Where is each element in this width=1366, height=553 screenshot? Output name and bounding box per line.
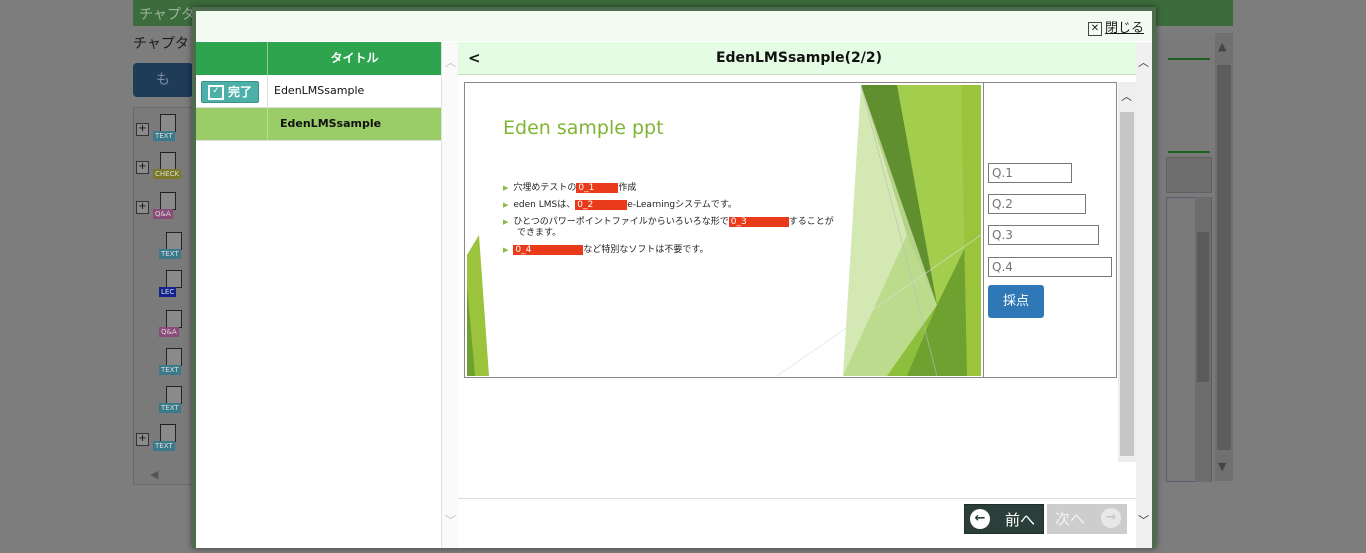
document-icon[interactable] [160,424,176,442]
lesson-footer: ← 前へ 次へ → [458,498,1136,548]
next-button[interactable]: 次へ → [1047,504,1127,534]
next-label: 次へ [1055,510,1086,528]
right-panel-box [1166,157,1212,193]
scroll-up-icon[interactable]: ︿ [1121,88,1132,104]
redacted-blank: 0_2 [575,200,628,210]
quiz-divider [983,83,984,377]
modal-scrollbar[interactable]: ︿ ﹀ [1136,42,1152,548]
slide-bullet-continuation: できます。 [517,228,562,238]
content-type-tag: Q&A [153,209,173,219]
modal-topbar: ✕ 閉じる [196,11,1152,41]
document-icon[interactable] [160,152,176,170]
bullet-triangle-icon: ▶ [503,184,509,192]
bullet-text: e-Learningシステムです。 [627,200,737,210]
slide-frame: Eden sample ppt ▶ 穴埋めテストの 0_1 作成 ▶ eden LMSは… [464,82,1117,378]
bullet-text: 作成 [618,183,637,193]
slide-title: Eden sample ppt [503,117,664,139]
expand-icon[interactable]: + [136,161,149,174]
redacted-blank: 0_4 [513,245,584,255]
lesson-title: EdenLMSsample [280,117,382,130]
bullet-text: eden LMSは、 [513,200,576,210]
page-action-button[interactable]: も [133,63,193,97]
bullet-triangle-icon: ▶ [503,201,509,209]
bullet-text: など特別なソフトは不要です。 [583,245,709,255]
prev-button[interactable]: ← 前へ [964,504,1044,534]
status-cell [196,108,268,140]
content-scroll-thumb[interactable] [1120,112,1134,456]
expand-icon[interactable]: + [136,201,149,214]
expand-icon[interactable]: + [136,123,149,136]
content-type-tag: CHECK [153,169,182,179]
lesson-content-area: < EdenLMSsample(2/2) Eden sample ppt ▶ 穴… [458,42,1152,548]
score-button[interactable]: 採点 [988,285,1044,318]
arrow-left-icon: ← [970,509,990,529]
lesson-row[interactable]: ✓ 完了 EdenLMSsample [196,75,441,108]
redacted-blank: 0_3 [728,217,789,227]
prev-label: 前へ [1005,511,1036,529]
completed-label: 完了 [228,85,253,99]
scroll-down-icon[interactable]: ▼ [1218,460,1226,473]
title-column-header: タイトル [330,51,379,65]
scroll-up-icon[interactable]: ▲ [1218,40,1226,53]
content-type-tag: TEXT [153,131,175,141]
status-column-header [196,42,268,75]
expand-icon[interactable]: + [136,433,149,446]
bullet-text: 穴埋めテストの [513,183,577,193]
document-icon[interactable] [166,310,182,328]
scroll-up-icon[interactable]: ︿ [445,54,456,70]
document-icon[interactable] [166,270,182,288]
document-icon[interactable] [166,232,182,250]
right-panel-scroll-thumb[interactable] [1197,232,1209,382]
lesson-row-active[interactable]: EdenLMSsample [196,108,441,141]
page-scroll-thumb[interactable] [1217,65,1231,450]
content-type-tag: TEXT [159,403,181,413]
bullet-triangle-icon: ▶ [503,246,509,254]
lesson-list-header: タイトル [196,42,441,75]
divider [1168,151,1210,153]
close-button[interactable]: ✕ 閉じる [1087,17,1144,36]
lesson-header: < EdenLMSsample(2/2) [458,42,1140,75]
slide-image: Eden sample ppt ▶ 穴埋めテストの 0_1 作成 ▶ eden LMSは… [467,85,981,376]
close-box-icon: ✕ [1087,21,1102,36]
lesson-modal: ✕ 閉じる タイトル ✓ 完了 EdenLMSsample EdenLMSsampl… [192,7,1156,548]
close-label: 閉じる [1104,21,1144,36]
content-type-tag: Q&A [159,327,179,337]
slide-bullet: ▶ 0_4 など特別なソフトは不要です。 [503,242,709,255]
divider [1168,58,1210,60]
page-subtitle: チャプタ [133,36,189,52]
status-cell: ✓ 完了 [196,75,268,107]
check-icon: ✓ [208,85,224,100]
lesson-list-panel: タイトル ✓ 完了 EdenLMSsample EdenLMSsample ︿ ﹀ [196,42,458,548]
redacted-blank: 0_1 [576,183,619,193]
content-type-tag: TEXT [159,249,181,259]
lesson-list-scrollbar[interactable]: ︿ ﹀ [441,42,458,548]
document-icon[interactable] [160,192,176,210]
document-icon[interactable] [166,348,182,366]
bullet-triangle-icon: ▶ [503,218,509,226]
scroll-left-icon[interactable]: ◀ [150,468,158,481]
slide-bullet: ▶ eden LMSは、 0_2 e-Learningシステムです。 [503,197,737,210]
content-type-tag: TEXT [153,441,175,451]
slide-bullet: ▶ 穴埋めテストの 0_1 作成 [503,180,636,193]
lesson-heading: EdenLMSsample(2/2) [715,50,883,66]
scroll-down-icon[interactable]: ﹀ [445,512,456,528]
answer-input-q2[interactable] [988,194,1086,214]
content-type-tag: LEC [159,287,177,297]
scroll-down-icon[interactable]: ﹀ [1138,512,1149,528]
scroll-up-icon[interactable]: ︿ [1138,54,1149,70]
document-icon[interactable] [166,386,182,404]
content-type-tag: TEXT [159,365,181,375]
arrow-right-icon: → [1101,508,1121,528]
lesson-title: EdenLMSsample [274,84,365,97]
bullet-text: することが [788,217,834,227]
answer-input-q4[interactable] [988,257,1112,277]
answer-input-q3[interactable] [988,225,1099,245]
completed-badge: ✓ 完了 [201,81,259,103]
document-icon[interactable] [160,114,176,132]
answer-input-q1[interactable] [988,163,1072,183]
